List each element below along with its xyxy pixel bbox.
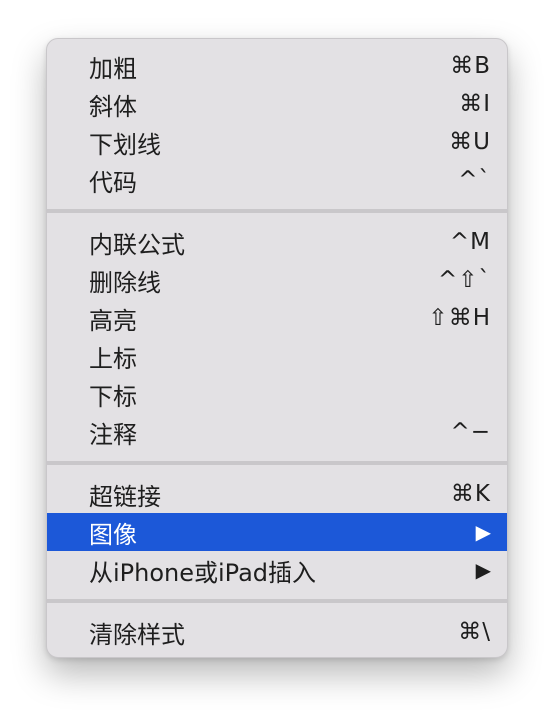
menu-item-label: 加粗 (89, 54, 137, 83)
menu-item-label: 斜体 (89, 92, 137, 121)
menu-item-shortcut: ^` (458, 167, 491, 193)
menu-item-insert-from-iphone[interactable]: 从iPhone或iPad插入 ▶ (47, 551, 507, 589)
menu-item-shortcut: ⌘K (450, 481, 491, 507)
menu-item-underline[interactable]: 下划线 ⌘U (47, 123, 507, 161)
menu-item-hyperlink[interactable]: 超链接 ⌘K (47, 475, 507, 513)
menu-item-highlight[interactable]: 高亮 ⇧⌘H (47, 299, 507, 337)
menu-item-superscript[interactable]: 上标 (47, 337, 507, 375)
menu-item-shortcut: ⌘B (450, 53, 491, 79)
menu-item-bold[interactable]: 加粗 ⌘B (47, 47, 507, 85)
submenu-arrow-icon: ▶ (475, 558, 491, 582)
menu-item-label: 图像 (89, 520, 137, 549)
menu-item-label: 清除样式 (89, 620, 185, 649)
menu-item-clear-style[interactable]: 清除样式 ⌘\ (47, 613, 507, 651)
menu-item-shortcut: ⌘\ (458, 619, 491, 645)
menu-separator (47, 209, 507, 213)
menu-item-label: 高亮 (89, 306, 137, 335)
menu-item-label: 从iPhone或iPad插入 (89, 558, 317, 587)
menu-item-label: 注释 (89, 420, 137, 449)
menu-item-shortcut: ^− (450, 419, 491, 445)
menu-item-label: 下划线 (89, 130, 161, 159)
menu-separator (47, 461, 507, 465)
menu-item-shortcut: ⇧⌘H (428, 305, 491, 331)
menu-item-strikethrough[interactable]: 删除线 ^⇧` (47, 261, 507, 299)
menu-item-label: 删除线 (89, 268, 161, 297)
menu-item-shortcut: ⌘U (449, 129, 491, 155)
menu-item-label: 超链接 (89, 482, 161, 511)
menu-item-label: 上标 (89, 344, 137, 373)
menu-item-image[interactable]: 图像 ▶ (47, 513, 507, 551)
menu-item-shortcut: ^⇧` (437, 267, 491, 293)
menu-item-label: 下标 (89, 382, 137, 411)
menu-item-subscript[interactable]: 下标 (47, 375, 507, 413)
menu-item-label: 代码 (89, 168, 137, 197)
menu-item-shortcut: ⌘I (459, 91, 491, 117)
menu-item-label: 内联公式 (89, 230, 185, 259)
format-context-menu: 加粗 ⌘B 斜体 ⌘I 下划线 ⌘U 代码 ^` 内联公式 ^M 删除线 ^⇧`… (46, 38, 508, 658)
menu-item-inline-formula[interactable]: 内联公式 ^M (47, 223, 507, 261)
menu-separator (47, 599, 507, 603)
menu-item-italic[interactable]: 斜体 ⌘I (47, 85, 507, 123)
menu-item-comment[interactable]: 注释 ^− (47, 413, 507, 451)
submenu-arrow-icon: ▶ (475, 520, 491, 544)
menu-item-shortcut: ^M (449, 229, 491, 255)
menu-item-code[interactable]: 代码 ^` (47, 161, 507, 199)
